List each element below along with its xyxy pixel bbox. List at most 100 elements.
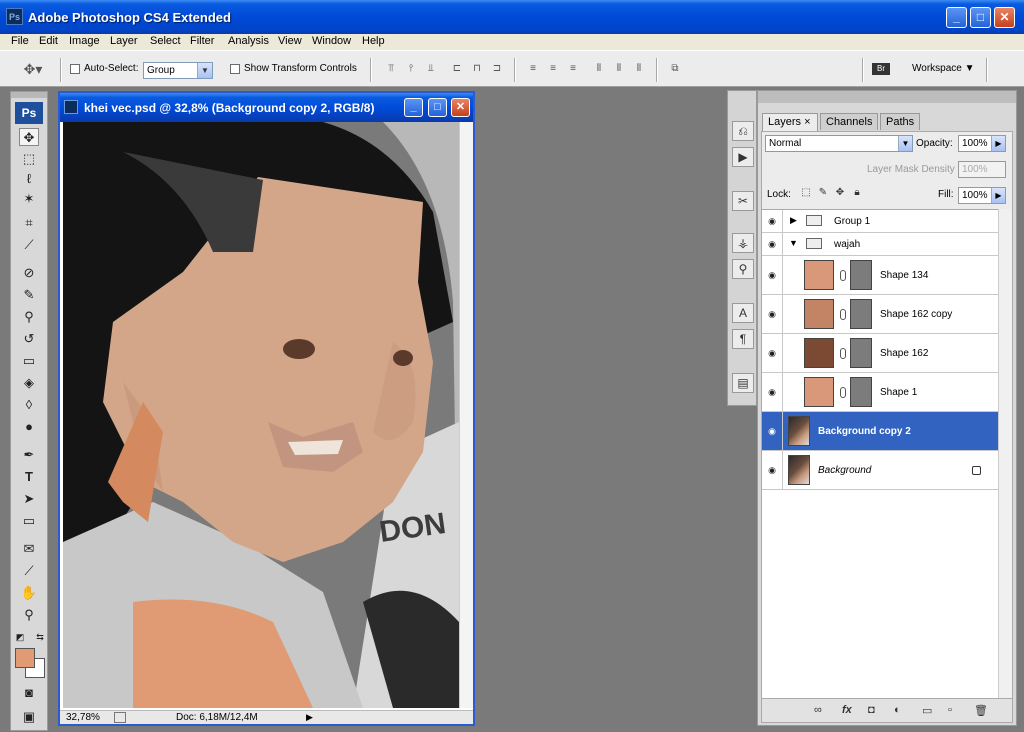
distribute-hcenter-icon[interactable]: ⦀	[612, 63, 626, 75]
lock-all-icon[interactable]: 🔒︎	[851, 187, 863, 199]
link-icon[interactable]	[840, 270, 846, 281]
layer-row[interactable]: ◉ ▼ wajah	[762, 233, 998, 256]
visibility-eye-icon[interactable]: ◉	[766, 426, 778, 436]
move-tool-preset-icon[interactable]: ✥▾	[22, 62, 44, 76]
link-icon[interactable]	[840, 387, 846, 398]
layer-color-thumbnail[interactable]	[804, 299, 834, 329]
auto-select-checkbox[interactable]	[70, 64, 80, 74]
delete-layer-icon[interactable]: 🗑︎	[974, 704, 988, 717]
layer-row[interactable]: ◉ Background	[762, 451, 998, 490]
path-selection-tool-icon[interactable]: ➤	[19, 490, 39, 508]
history-brush-tool-icon[interactable]: ↺	[19, 330, 39, 348]
toolbox-grip[interactable]	[11, 92, 47, 98]
align-vcenter-icon[interactable]: ⫯	[404, 63, 418, 75]
vector-mask-thumbnail[interactable]	[850, 260, 872, 290]
add-mask-icon[interactable]: ◘	[868, 704, 875, 716]
swap-colors-icon[interactable]: ⇆	[33, 628, 47, 646]
layer-row[interactable]: ◉ Shape 162 copy	[762, 295, 998, 334]
link-icon[interactable]	[840, 309, 846, 320]
lock-image-icon[interactable]: ✎	[817, 187, 829, 199]
screen-mode-icon[interactable]: ▣	[19, 708, 39, 726]
layer-row[interactable]: ◉ Shape 1	[762, 373, 998, 412]
eraser-tool-icon[interactable]: ▭	[19, 352, 39, 370]
menu-view[interactable]: View	[278, 35, 302, 47]
layer-color-thumbnail[interactable]	[804, 338, 834, 368]
healing-brush-tool-icon[interactable]: ⊘	[19, 264, 39, 282]
brush-tool-icon[interactable]: ✎	[19, 286, 39, 304]
menu-window[interactable]: Window	[312, 35, 351, 47]
lock-transparent-icon[interactable]: ⬚	[800, 187, 812, 199]
tab-paths[interactable]: Paths	[880, 113, 920, 130]
clone-stamp-tool-icon[interactable]: ⚲	[19, 308, 39, 326]
distribute-vcenter-icon[interactable]: ≡	[546, 63, 560, 75]
new-group-icon[interactable]: ▭	[922, 704, 932, 717]
layer-color-thumbnail[interactable]	[804, 260, 834, 290]
blend-mode-dropdown[interactable]: Normal ▼	[765, 135, 913, 152]
document-minimize-button[interactable]: _	[404, 98, 423, 117]
tab-layers[interactable]: Layers ×	[762, 113, 818, 131]
menu-select[interactable]: Select	[150, 35, 181, 47]
paragraph-panel-icon[interactable]: ¶	[732, 329, 754, 349]
move-tool-icon[interactable]: ✥	[19, 128, 39, 146]
magic-wand-tool-icon[interactable]: ✶	[19, 190, 39, 208]
menu-layer[interactable]: Layer	[110, 35, 138, 47]
paint-bucket-tool-icon[interactable]: ◈	[19, 374, 39, 392]
blur-tool-icon[interactable]: ◊	[19, 396, 39, 414]
brushes-panel-icon[interactable]: ⚶	[732, 233, 754, 253]
opacity-field[interactable]: 100% ▶	[958, 135, 1006, 152]
document-close-button[interactable]: ✕	[451, 98, 470, 117]
visibility-eye-icon[interactable]: ◉	[766, 309, 778, 319]
history-panel-icon[interactable]: ⎌	[732, 121, 754, 141]
type-tool-icon[interactable]: T	[19, 468, 39, 486]
workspace-button[interactable]: Workspace ▼	[912, 63, 975, 74]
align-left-icon[interactable]: ⊏	[450, 63, 464, 75]
vector-mask-thumbnail[interactable]	[850, 299, 872, 329]
align-hcenter-icon[interactable]: ⊓	[470, 63, 484, 75]
distribute-right-icon[interactable]: ⦀	[632, 63, 646, 75]
lasso-tool-icon[interactable]: ℓ	[19, 170, 39, 188]
status-menu-icon[interactable]	[114, 712, 126, 723]
distribute-bottom-icon[interactable]: ≡	[566, 63, 580, 75]
distribute-left-icon[interactable]: ⦀	[592, 63, 606, 75]
menu-help[interactable]: Help	[362, 35, 385, 47]
actions-panel-icon[interactable]: ▶	[732, 147, 754, 167]
status-arrow-icon[interactable]: ▶	[306, 712, 313, 723]
menu-image[interactable]: Image	[69, 35, 100, 47]
menu-file[interactable]: File	[11, 35, 29, 47]
distribute-top-icon[interactable]: ≡	[526, 63, 540, 75]
tool-presets-panel-icon[interactable]: ✂	[732, 191, 754, 211]
visibility-eye-icon[interactable]: ◉	[766, 239, 778, 249]
minimize-button[interactable]: _	[946, 7, 967, 28]
hand-tool-icon[interactable]: ✋	[19, 584, 39, 602]
layer-color-thumbnail[interactable]	[804, 377, 834, 407]
notes-tool-icon[interactable]: ✉	[19, 540, 39, 558]
visibility-eye-icon[interactable]: ◉	[766, 387, 778, 397]
align-top-icon[interactable]: ⫪	[384, 63, 398, 75]
marquee-tool-icon[interactable]: ⬚	[19, 150, 39, 168]
close-button[interactable]: ✕	[994, 7, 1015, 28]
quick-mask-icon[interactable]: ◙	[19, 684, 39, 702]
layer-row[interactable]: ◉ Shape 162	[762, 334, 998, 373]
layer-image-thumbnail[interactable]	[788, 416, 810, 446]
align-bottom-icon[interactable]: ⫫	[424, 63, 438, 75]
menu-analysis[interactable]: Analysis	[228, 35, 269, 47]
foreground-color-swatch[interactable]	[15, 648, 35, 668]
tab-channels[interactable]: Channels	[820, 113, 878, 130]
document-vertical-scrollbar[interactable]	[459, 122, 473, 708]
pen-tool-icon[interactable]: ✒	[19, 446, 39, 464]
visibility-eye-icon[interactable]: ◉	[766, 216, 778, 226]
align-right-icon[interactable]: ⊐	[490, 63, 504, 75]
layer-image-thumbnail[interactable]	[788, 455, 810, 485]
lock-position-icon[interactable]: ✥	[834, 187, 846, 199]
crop-tool-icon[interactable]: ⌗	[19, 214, 39, 232]
document-maximize-button[interactable]: □	[428, 98, 447, 117]
zoom-tool-icon[interactable]: ⚲	[19, 606, 39, 624]
character-panel-icon[interactable]: A	[732, 303, 754, 323]
panel-header-grip[interactable]	[758, 91, 1016, 103]
fill-field[interactable]: 100% ▶	[958, 187, 1006, 204]
layer-row[interactable]: ◉ Shape 134	[762, 256, 998, 295]
layer-style-fx-icon[interactable]: fx	[842, 704, 852, 716]
adjustment-layer-icon[interactable]: ◐	[894, 704, 901, 716]
layer-row[interactable]: ◉ ▶ Group 1	[762, 210, 998, 233]
zoom-level-value[interactable]: 32,78%	[66, 712, 100, 723]
